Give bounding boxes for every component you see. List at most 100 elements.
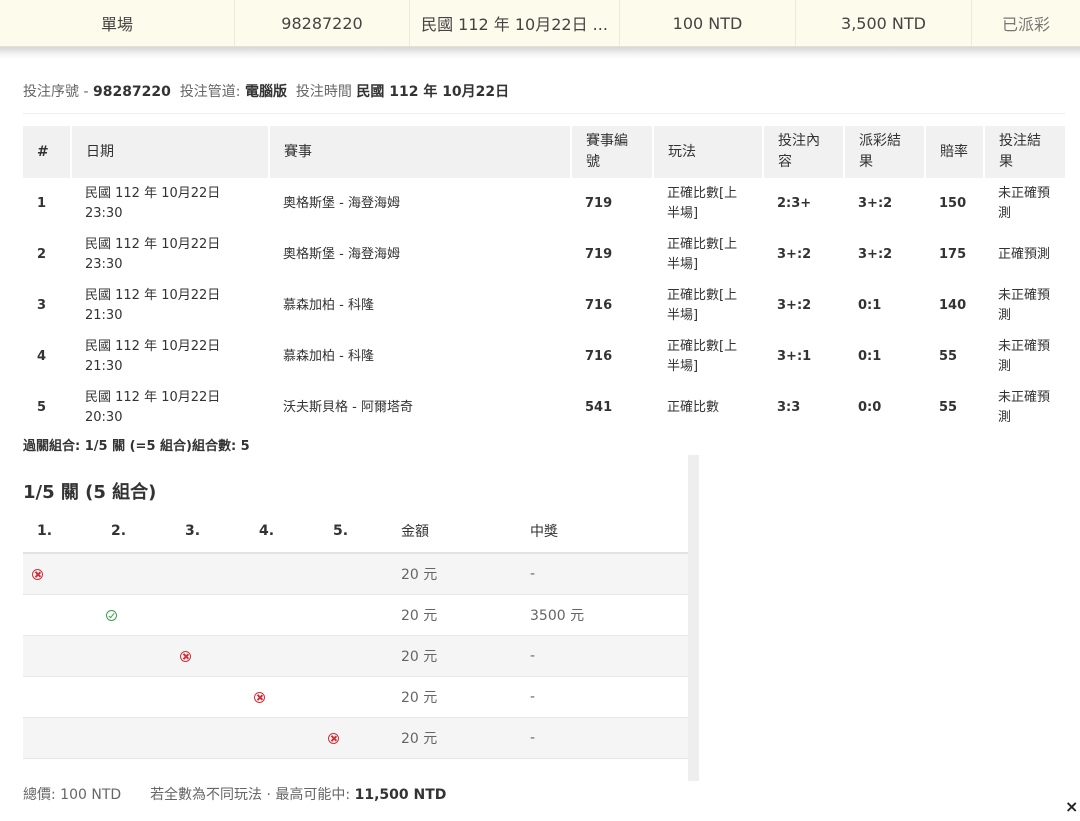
row-match: 奧格斯堡 - 海登海姆 (283, 195, 400, 211)
combo-row: 20 元 - (23, 676, 688, 718)
row-match-no: 541 (585, 399, 613, 415)
table-row: 3 民國 112 年 10月22日 21:30 慕森加柏 - 科隆 716 正確… (23, 280, 1065, 331)
col-header-date: 日期 (71, 126, 270, 178)
col-header-market: 玩法 (653, 126, 764, 178)
row-result: 3+:2 (858, 246, 893, 262)
row-outcome: 未正確預測 (998, 389, 1051, 425)
col-header-pick: 投注內容 (763, 126, 845, 178)
row-outcome: 未正確預測 (998, 338, 1051, 374)
row-odds: 150 (939, 195, 967, 211)
combo-amount: 20 元 (387, 553, 516, 595)
row-market: 正確比數[上半場] (667, 287, 738, 323)
bet-summary-bar[interactable]: 單場 98287220 民國 112 年 10月22日 ... 100 NTD … (0, 0, 1080, 47)
combo-title: 1/5 關 (5 組合) (23, 482, 157, 503)
row-no: 2 (37, 246, 47, 262)
summary-bet-id: 98287220 (235, 0, 410, 46)
col-header-match-no: 賽事編號 (571, 126, 654, 178)
col-header-outcome: 投注結果 (984, 126, 1065, 178)
lose-icon (180, 650, 191, 662)
row-pick: 3+:2 (777, 246, 812, 262)
combo-amount: 20 元 (387, 594, 516, 636)
divider (23, 113, 1065, 114)
row-match: 慕森加柏 - 科隆 (283, 348, 374, 364)
channel-label: 投注管道: (179, 84, 241, 100)
channel-value: 電腦版 (244, 84, 287, 100)
divider-shadow (0, 47, 1080, 59)
combo-prize: - (516, 553, 688, 595)
row-market: 正確比數[上半場] (667, 185, 738, 221)
combo-col-4: 4. (245, 510, 319, 554)
combo-prize: - (516, 635, 688, 677)
combo-prize: 3500 元 (516, 594, 688, 636)
bet-time-label: 投注時間 (295, 84, 352, 100)
row-result: 3+:2 (858, 195, 893, 211)
close-icon[interactable]: × (1065, 797, 1078, 816)
summary-bet-type: 單場 (0, 0, 235, 46)
combo-amount: 20 元 (387, 717, 516, 759)
row-date: 民國 112 年 10月22日 21:30 (85, 338, 221, 374)
row-result: 0:1 (858, 348, 882, 364)
combo-prize: - (516, 676, 688, 718)
combo-row: 20 元 - (23, 635, 688, 677)
summary-stake: 100 NTD (620, 0, 796, 46)
table-row: 2 民國 112 年 10月22日 23:30 奧格斯堡 - 海登海姆 719 … (23, 229, 1065, 280)
bet-id-value: 98287220 (92, 84, 171, 100)
win-icon (106, 609, 117, 621)
col-header-odds: 賠率 (925, 126, 985, 178)
lose-icon (254, 691, 265, 703)
row-date: 民國 112 年 10月22日 21:30 (85, 287, 221, 323)
row-odds: 140 (939, 297, 967, 313)
col-header-no: # (23, 126, 72, 178)
row-date: 民國 112 年 10月22日 23:30 (85, 236, 221, 272)
table-row: 1 民國 112 年 10月22日 23:30 奧格斯堡 - 海登海姆 719 … (23, 178, 1065, 229)
row-match-no: 719 (585, 195, 613, 211)
bet-time-value: 民國 112 年 10月22日 (356, 84, 510, 100)
row-outcome: 正確預測 (998, 246, 1051, 262)
panel-divider (688, 455, 699, 781)
table-row: 5 民國 112 年 10月22日 20:30 沃夫斯貝格 - 阿爾塔奇 541… (23, 382, 1065, 433)
row-odds: 175 (939, 246, 967, 262)
row-result: 0:0 (858, 399, 882, 415)
total-label: 總價: (23, 787, 56, 803)
row-pick: 3+:2 (777, 297, 812, 313)
summary-status: 已派彩 (1001, 15, 1050, 34)
row-pick: 2:3+ (777, 195, 812, 211)
combo-col-1: 1. (23, 510, 97, 554)
row-match: 沃夫斯貝格 - 阿爾塔奇 (283, 399, 413, 415)
row-no: 4 (37, 348, 47, 364)
combo-table: 1. 2. 3. 4. 5. 金額 中獎 20 元 - 20 元 3500 元 … (23, 510, 688, 759)
row-date: 民國 112 年 10月22日 20:30 (85, 389, 221, 425)
combo-row: 20 元 - (23, 717, 688, 759)
footer-summary: 總價: 100 NTD 若全數為不同玩法 · 最高可能中: 11,500 NTD (23, 784, 446, 804)
combo-prize: - (516, 717, 688, 759)
row-outcome: 未正確預測 (998, 185, 1051, 221)
lose-icon (32, 568, 43, 580)
summary-date: 民國 112 年 10月22日 ... (410, 0, 620, 46)
max-payout-value: 11,500 NTD (354, 787, 447, 803)
row-match-no: 716 (585, 297, 613, 313)
table-header-row: # 日期 賽事 賽事編號 玩法 投注內容 派彩結果 賠率 投注結果 (23, 126, 1065, 178)
row-no: 5 (37, 399, 47, 415)
row-no: 3 (37, 297, 47, 313)
combo-amount: 20 元 (387, 635, 516, 677)
row-market: 正確比數[上半場] (667, 338, 738, 374)
total-value: 100 NTD (60, 787, 122, 803)
combo-summary: 過關組合: 1/5 關 (=5 組合)組合數: 5 (23, 439, 250, 454)
lose-icon (328, 732, 339, 744)
combo-col-2: 2. (97, 510, 171, 554)
col-header-result: 派彩結果 (844, 126, 926, 178)
combo-col-5: 5. (319, 510, 387, 554)
row-no: 1 (37, 195, 47, 211)
row-match: 慕森加柏 - 科隆 (283, 297, 374, 313)
selections-table: # 日期 賽事 賽事編號 玩法 投注內容 派彩結果 賠率 投注結果 1 民國 1… (23, 126, 1065, 433)
row-market: 正確比數 (667, 399, 720, 415)
row-odds: 55 (939, 399, 958, 415)
row-market: 正確比數[上半場] (667, 236, 738, 272)
row-match-no: 716 (585, 348, 613, 364)
bet-info-line: 投注序號 - 98287220 投注管道: 電腦版 投注時間 民國 112 年 … (23, 81, 509, 101)
row-match-no: 719 (585, 246, 613, 262)
combo-col-prize: 中獎 (516, 510, 688, 554)
row-pick: 3+:1 (777, 348, 812, 364)
row-match: 奧格斯堡 - 海登海姆 (283, 246, 400, 262)
bet-id-label: 投注序號 - (23, 84, 89, 100)
